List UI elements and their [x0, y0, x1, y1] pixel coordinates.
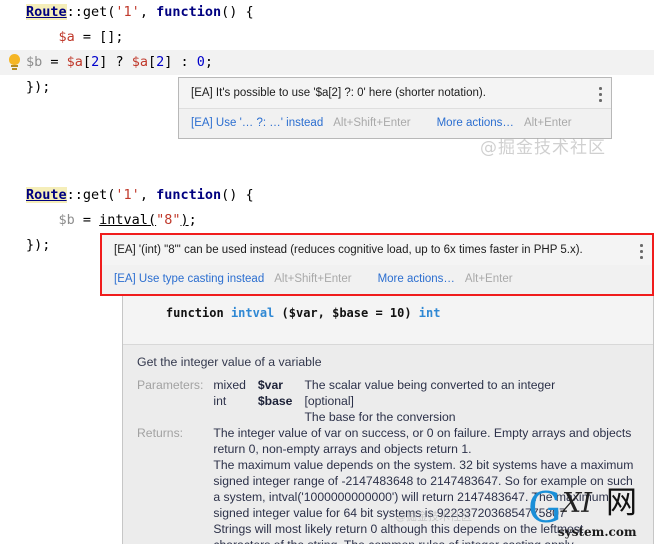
- more-vertical-icon[interactable]: [599, 87, 602, 102]
- code-token: ,: [139, 187, 157, 203]
- code-token: =: [42, 54, 67, 70]
- code-line[interactable]: $b = intval("8");: [0, 208, 654, 233]
- code-token: ,: [139, 4, 157, 20]
- code-token: 2: [91, 54, 100, 70]
- parameters-label: Parameters:: [137, 378, 204, 392]
- returns-paragraph: The maximum value depends on the system.…: [213, 458, 634, 520]
- parameter-name: $var: [257, 378, 283, 392]
- code-token: });: [26, 237, 51, 253]
- lightbulb-icon[interactable]: [7, 54, 22, 71]
- code-token: = [];: [74, 29, 124, 45]
- code-token: ): [180, 212, 189, 228]
- code-token: function: [156, 187, 222, 203]
- more-actions-shortcut-label: Alt+Enter: [464, 273, 513, 285]
- code-token: ] :: [164, 54, 197, 70]
- popup-action-row: [EA] Use type casting instead Alt+Shift+E…: [102, 265, 652, 294]
- parameter-row: mixed $var The scalar value being converte…: [213, 377, 555, 393]
- code-token: $a: [66, 54, 83, 70]
- code-token: () {: [221, 187, 254, 203]
- returns-paragraph: The integer value of var on success, or …: [213, 426, 632, 456]
- code-token: $a: [131, 54, 148, 70]
- parameter-row: int $base [optional] The base for the conve…: [213, 393, 555, 425]
- code-line[interactable]: Route::get('1', function() {: [0, 0, 654, 25]
- code-token: $b: [26, 54, 43, 70]
- primary-shortcut-label: Alt+Shift+Enter: [274, 273, 352, 285]
- parameter-type: mixed: [213, 378, 246, 392]
- intention-popup-ternary[interactable]: [EA] It's possible to use '$a[2] ?: 0' h…: [178, 77, 612, 139]
- code-token: });: [26, 79, 51, 95]
- intention-popup-typecast[interactable]: [EA] '(int) "8"' can be used instead (re…: [100, 233, 654, 296]
- returns-paragraph: Strings will most likely return 0 althou…: [213, 522, 584, 544]
- use-type-casting-action[interactable]: [EA] Use type casting instead: [114, 273, 264, 285]
- popup-message-text: [EA] It's possible to use '$a[2] ?: 0' h…: [191, 87, 486, 99]
- documentation-body: Get the integer value of a variable Para…: [123, 345, 653, 544]
- code-token: Route: [26, 187, 67, 203]
- more-actions-link[interactable]: More actions…: [378, 273, 455, 285]
- signature-keyword: function: [165, 306, 231, 320]
- signature-params: ($var, $base = 10): [274, 306, 419, 320]
- code-token: (: [147, 212, 157, 228]
- popup-action-row: [EA] Use '… ?: …' instead Alt+Shift+Enter…: [179, 109, 611, 138]
- parameter-description: [optional] The base for the conversion: [304, 393, 555, 425]
- parameter-sub-description: The base for the conversion: [304, 410, 456, 424]
- code-line[interactable]: $a = [];: [0, 25, 654, 50]
- code-token: '1': [115, 187, 140, 203]
- parameter-description: The scalar value being converted to an i…: [304, 378, 556, 392]
- code-token: ::get(: [66, 187, 116, 203]
- doc-returns-row: Returns: The integer value of var on suc…: [137, 425, 639, 544]
- more-actions-shortcut-label: Alt+Enter: [523, 117, 572, 129]
- code-token: ] ?: [99, 54, 132, 70]
- parameter-name: $base: [257, 394, 293, 408]
- code-token: "8": [156, 212, 181, 228]
- quick-documentation-panel[interactable]: function intval ($var, $base = 10) int G…: [122, 283, 654, 544]
- more-vertical-icon[interactable]: [640, 244, 643, 259]
- popup-message-row: [EA] '(int) "8"' can be used instead (re…: [102, 235, 652, 265]
- popup-message-text: [EA] '(int) "8"' can be used instead (re…: [114, 244, 583, 256]
- doc-summary: Get the integer value of a variable: [137, 355, 322, 369]
- code-token: $b: [58, 212, 75, 228]
- code-token: 0: [196, 54, 205, 70]
- code-token: ::get(: [66, 4, 116, 20]
- primary-shortcut-label: Alt+Shift+Enter: [333, 117, 411, 129]
- popup-message-row: [EA] It's possible to use '$a[2] ?: 0' h…: [179, 78, 611, 109]
- code-token: [: [82, 54, 92, 70]
- code-token: =: [74, 212, 100, 228]
- code-token: $a: [58, 29, 75, 45]
- doc-parameters-row: Parameters: mixed $var The scalar value be…: [137, 377, 639, 425]
- signature-function-name: intval: [230, 306, 275, 320]
- code-token: '1': [115, 4, 140, 20]
- code-token: ;: [188, 212, 197, 228]
- signature-return-type: int: [418, 306, 441, 320]
- code-token: Route: [26, 4, 67, 20]
- code-token: function: [156, 4, 222, 20]
- returns-list: The integer value of var on success, or …: [213, 425, 639, 544]
- returns-label: Returns:: [137, 426, 184, 440]
- use-ternary-shorthand-action[interactable]: [EA] Use '… ?: …' instead: [191, 117, 323, 129]
- code-line[interactable]: $b = $a[2] ? $a[2] : 0;: [0, 50, 654, 75]
- code-line[interactable]: Route::get('1', function() {: [0, 183, 654, 208]
- more-actions-link[interactable]: More actions…: [437, 117, 514, 129]
- parameter-type: int: [213, 394, 227, 408]
- code-token: [: [147, 54, 157, 70]
- code-token: intval: [99, 212, 148, 228]
- code-token: () {: [221, 4, 254, 20]
- parameters-grid: mixed $var The scalar value being converte…: [213, 377, 555, 425]
- code-token: ;: [204, 54, 214, 70]
